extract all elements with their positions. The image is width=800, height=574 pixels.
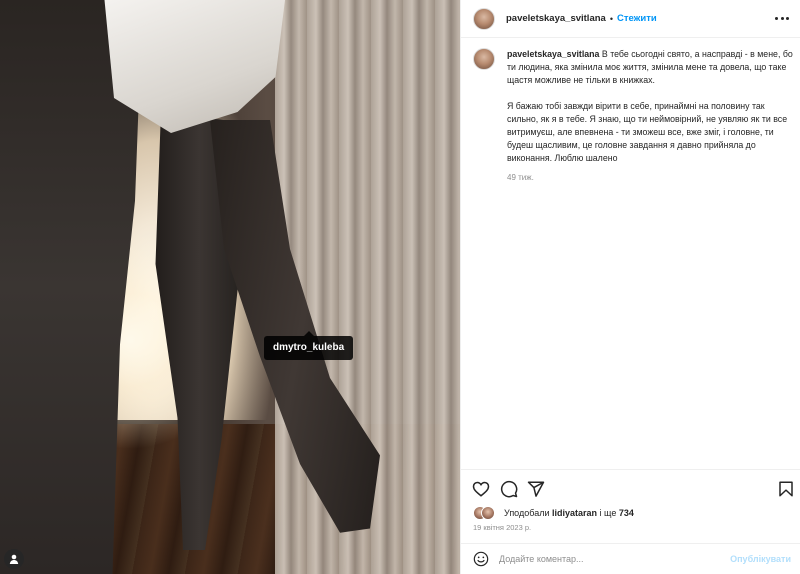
bookmark-icon[interactable]: [777, 480, 795, 498]
post-date[interactable]: 19 квітня 2023 р.: [473, 523, 531, 532]
caption-paragraph-2: Я бажаю тобі завжди вірити в себе, прина…: [507, 101, 788, 163]
user-tag-icon[interactable]: [4, 549, 24, 569]
post-actions: [461, 469, 800, 505]
liker-avatar: [481, 506, 495, 520]
emoji-icon[interactable]: [473, 551, 489, 567]
heart-icon[interactable]: [472, 480, 490, 498]
post-header: paveletskaya_svitlana • Стежити: [461, 0, 800, 38]
caption-timestamp[interactable]: 49 тиж.: [507, 173, 793, 182]
header-separator: •: [609, 13, 613, 24]
likes-count[interactable]: 734: [619, 508, 634, 518]
post-comment-button[interactable]: Опублікувати: [730, 554, 791, 564]
caption-text: paveletskaya_svitlana В тебе сьогодні св…: [507, 48, 793, 165]
photo-user-tag[interactable]: dmytro_kuleba: [264, 331, 354, 360]
comment-input[interactable]: [499, 554, 719, 564]
post-photo[interactable]: dmytro_kuleba: [0, 0, 460, 574]
post-side-panel: paveletskaya_svitlana • Стежити pavelets…: [460, 0, 800, 574]
likes-summary: Уподобали lidiyataran і ще 734: [473, 506, 634, 520]
caption-username[interactable]: paveletskaya_svitlana: [507, 49, 599, 59]
author-username[interactable]: paveletskaya_svitlana: [506, 13, 606, 24]
more-options-icon[interactable]: [775, 11, 789, 25]
caption-author-avatar[interactable]: [473, 48, 495, 70]
liked-by-user[interactable]: lidiyataran: [552, 508, 597, 518]
post-caption: paveletskaya_svitlana В тебе сьогодні св…: [473, 48, 793, 182]
liked-by-middle: і ще: [599, 508, 617, 518]
comment-bar: Опублікувати: [461, 543, 800, 574]
follow-button[interactable]: Стежити: [617, 13, 657, 24]
author-avatar[interactable]: [473, 7, 495, 30]
share-icon[interactable]: [527, 480, 545, 498]
liker-avatars: [473, 506, 501, 520]
liked-by-prefix: Уподобали: [504, 508, 550, 518]
comment-icon[interactable]: [500, 480, 518, 498]
